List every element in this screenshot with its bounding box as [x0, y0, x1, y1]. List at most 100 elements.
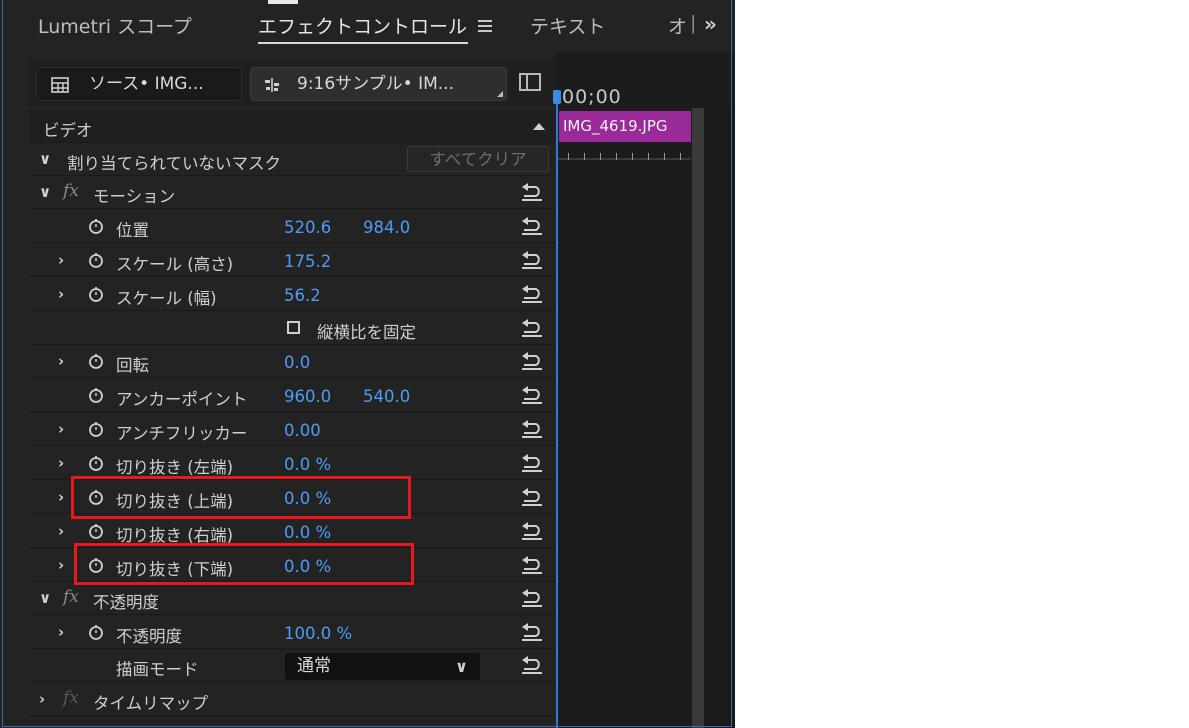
scale-width-row: › スケール (幅) 56.2 — [30, 278, 555, 311]
opacity-value[interactable]: 100.0 % — [284, 624, 352, 643]
reset-icon[interactable] — [520, 183, 544, 201]
position-x-value[interactable]: 520.6 — [284, 218, 331, 237]
opacity-section-label: 不透明度 — [93, 593, 159, 612]
fx-toggle-icon[interactable]: fx — [63, 181, 79, 201]
chevron-right-icon[interactable]: › — [58, 285, 64, 303]
timecode: 00;00 — [562, 86, 622, 108]
tab-lumetri-scopes[interactable]: Lumetri スコープ — [38, 12, 192, 39]
source-sequence-row: ソース• IMG... 9:16サンプル• IM... — [28, 60, 556, 106]
uniform-scale-row: 縦横比を固定 — [30, 312, 555, 345]
uniform-scale-checkbox[interactable] — [287, 321, 300, 334]
stopwatch-icon[interactable] — [88, 353, 104, 369]
playhead-handle[interactable] — [553, 90, 561, 104]
timeline-clip[interactable]: IMG_4619.JPG — [559, 111, 691, 142]
chevron-down-icon[interactable]: ∨ — [39, 183, 51, 201]
chevron-right-icon[interactable]: › — [58, 420, 64, 438]
mask-label: 割り当てられていないマスク — [67, 154, 282, 173]
rotation-value[interactable]: 0.0 — [284, 353, 310, 372]
scale-height-row: › スケール (高さ) 175.2 — [30, 244, 555, 277]
timeline-scrollbar[interactable] — [692, 108, 704, 728]
video-section-header: ビデオ — [30, 110, 555, 143]
sequence-clip-label: 9:16サンプル• IM... — [297, 74, 454, 94]
scale-width-value[interactable]: 56.2 — [284, 286, 321, 305]
stopwatch-icon[interactable] — [88, 286, 104, 302]
anchor-point-label: アンカーポイント — [116, 390, 248, 409]
chevron-right-icon[interactable]: › — [58, 454, 64, 472]
stopwatch-icon[interactable] — [88, 252, 104, 268]
clear-all-button[interactable]: すべてクリア — [407, 146, 549, 172]
blend-mode-row: 描画モード 通常 ∨ — [30, 649, 555, 682]
blend-mode-label: 描画モード — [116, 660, 199, 679]
uniform-scale-label: 縦横比を固定 — [317, 323, 416, 342]
stopwatch-icon[interactable] — [88, 624, 104, 640]
mini-timeline[interactable]: 00;00 IMG_4619.JPG — [553, 52, 735, 728]
source-clip-button[interactable]: ソース• IMG... — [36, 67, 242, 101]
antiflicker-label: アンチフリッカー — [116, 424, 248, 443]
chevron-right-icon[interactable]: › — [58, 352, 64, 370]
stopwatch-icon[interactable] — [88, 218, 104, 234]
scale-height-label: スケール (高さ) — [116, 255, 234, 274]
playhead-line[interactable] — [556, 90, 558, 728]
tab-effect-controls[interactable]: エフェクトコントロール — [258, 12, 467, 39]
chevron-right-icon[interactable]: › — [39, 690, 45, 708]
reset-icon[interactable] — [520, 656, 544, 674]
stopwatch-icon[interactable] — [88, 455, 104, 471]
opacity-row: › 不透明度 100.0 % — [30, 616, 555, 649]
scale-height-value[interactable]: 175.2 — [284, 252, 331, 271]
anchor-x-value[interactable]: 960.0 — [284, 387, 331, 406]
time-remap-label: タイムリマップ — [93, 694, 209, 713]
chevron-right-icon[interactable]: › — [58, 556, 64, 574]
reset-icon[interactable] — [520, 556, 544, 574]
reset-icon[interactable] — [520, 386, 544, 404]
panel-menu-icon[interactable] — [478, 20, 492, 32]
ruler-tick — [568, 153, 569, 160]
chevron-right-icon[interactable]: › — [58, 623, 64, 641]
anchor-y-value[interactable]: 540.0 — [363, 387, 410, 406]
stopwatch-icon[interactable] — [88, 387, 104, 403]
reset-icon[interactable] — [520, 623, 544, 641]
more-tabs-chevron-icon[interactable]: » — [704, 12, 717, 36]
effect-controls-window: Lumetri スコープ エフェクトコントロール テキスト オ | » ソース•… — [0, 0, 735, 728]
chevron-down-icon[interactable]: ∨ — [39, 150, 51, 168]
reset-icon[interactable] — [520, 319, 544, 337]
antiflicker-value[interactable]: 0.00 — [284, 421, 321, 440]
ruler-tick — [600, 153, 601, 160]
rotation-row: › 回転 0.0 — [30, 345, 555, 378]
reset-icon[interactable] — [520, 488, 544, 506]
ruler-tick — [632, 153, 633, 160]
chevron-down-icon[interactable]: ∨ — [39, 589, 51, 607]
reset-icon[interactable] — [520, 217, 544, 235]
toggle-timeline-view-icon[interactable] — [519, 73, 541, 91]
highlight-crop-bottom — [74, 543, 414, 585]
reset-icon[interactable] — [520, 454, 544, 472]
reset-icon[interactable] — [520, 352, 544, 370]
tab-text[interactable]: テキスト — [530, 12, 605, 39]
time-ruler[interactable] — [556, 152, 691, 160]
sequence-clip-button[interactable]: 9:16サンプル• IM... — [250, 67, 507, 101]
chevron-right-icon[interactable]: › — [58, 251, 64, 269]
crop-left-value[interactable]: 0.0 % — [284, 455, 331, 474]
tab-separator: | — [690, 12, 697, 34]
dropdown-corner-icon — [497, 91, 503, 97]
reset-icon[interactable] — [520, 522, 544, 540]
time-remap-row: › fx タイムリマップ — [30, 683, 555, 716]
reset-icon[interactable] — [520, 251, 544, 269]
chevron-right-icon[interactable]: › — [58, 488, 64, 506]
fx-toggle-icon[interactable]: fx — [63, 587, 79, 607]
crop-left-label: 切り抜き (左端) — [116, 458, 234, 477]
stopwatch-icon[interactable] — [88, 421, 104, 437]
reset-icon[interactable] — [520, 589, 544, 607]
antiflicker-row: › アンチフリッカー 0.00 — [30, 413, 555, 446]
chevron-right-icon[interactable]: › — [58, 522, 64, 540]
collapse-up-icon[interactable] — [533, 123, 545, 130]
opacity-effect-row: ∨ fx 不透明度 — [30, 582, 555, 615]
stopwatch-icon[interactable] — [88, 523, 104, 539]
tab-overflow-truncated[interactable]: オ — [668, 12, 687, 39]
crop-right-value[interactable]: 0.0 % — [284, 523, 331, 542]
reset-icon[interactable] — [520, 420, 544, 438]
blend-mode-select[interactable]: 通常 ∨ — [285, 653, 480, 680]
timeline-gutter — [704, 108, 735, 728]
scale-width-label: スケール (幅) — [116, 289, 217, 308]
position-y-value[interactable]: 984.0 — [363, 218, 410, 237]
reset-icon[interactable] — [520, 285, 544, 303]
